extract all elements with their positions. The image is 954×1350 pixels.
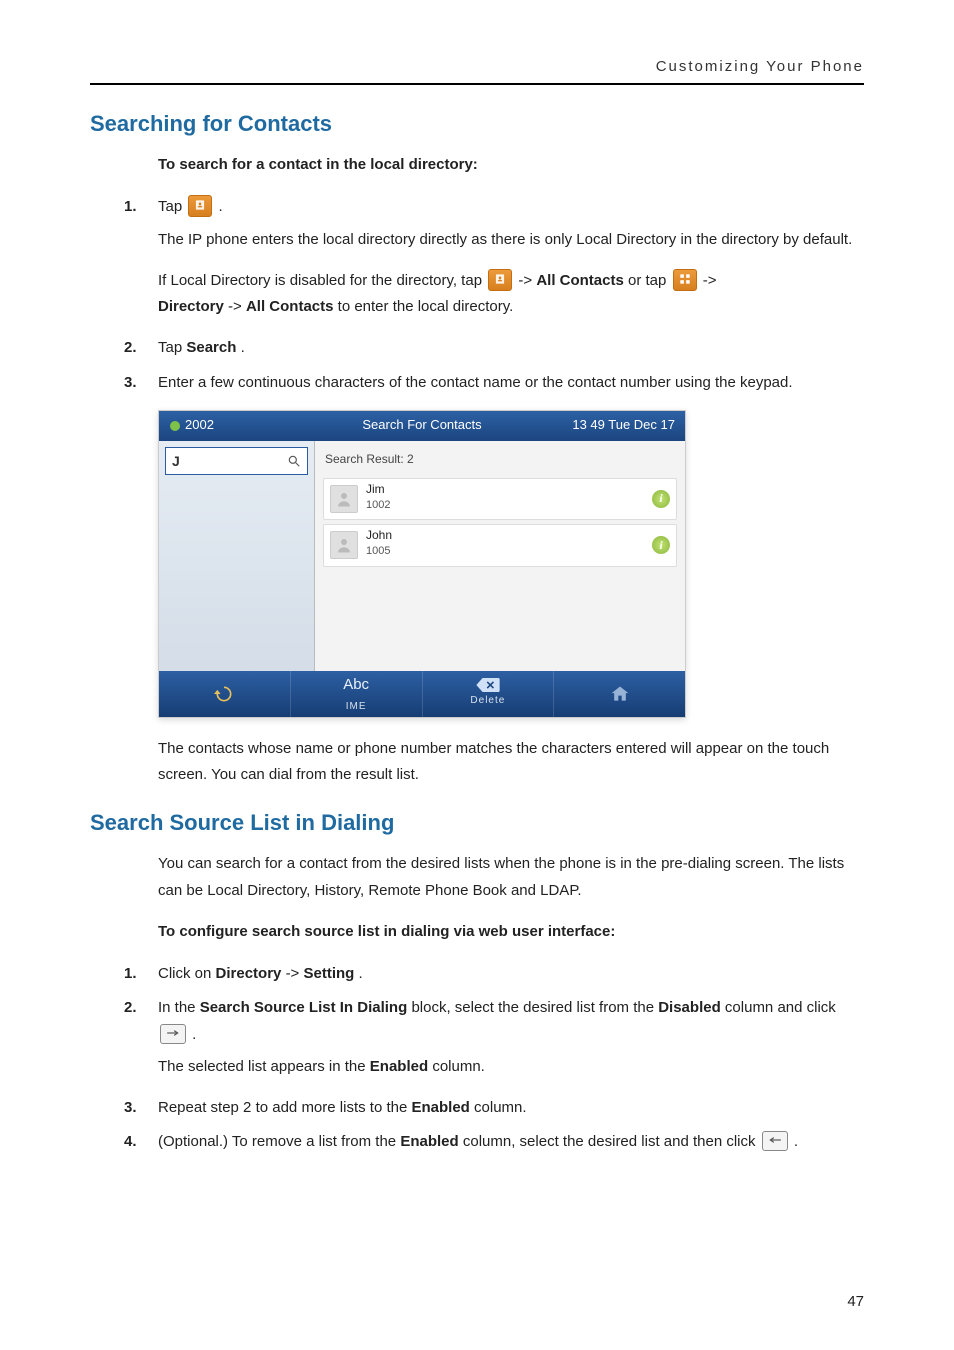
- ssl-step-2: In the Search Source List In Dialing blo…: [124, 995, 864, 1080]
- step-1: Tap . The IP phone enters the local dire…: [124, 194, 864, 320]
- txt: .: [241, 339, 245, 356]
- txt: column, select the desired list and then…: [463, 1133, 760, 1150]
- ssl-step-4: (Optional.) To remove a list from the En…: [124, 1129, 864, 1155]
- lead-configure-ssl: To configure search source list in diali…: [158, 919, 864, 945]
- txt: Directory: [158, 298, 224, 315]
- txt: Directory: [216, 965, 282, 982]
- section2-intro: You can search for a contact from the de…: [158, 851, 864, 904]
- txt: ->: [228, 298, 242, 315]
- contact-number: 1005: [366, 542, 392, 561]
- contact-name: Jim: [366, 483, 390, 496]
- move-left-icon: [762, 1131, 788, 1151]
- txt: Enabled: [370, 1058, 428, 1075]
- txt: Repeat step 2 to add more lists to the: [158, 1099, 411, 1116]
- running-head: Customizing Your Phone: [90, 58, 864, 85]
- txt: Tap: [158, 339, 186, 356]
- txt: All Contacts: [536, 272, 624, 289]
- txt: or tap: [628, 272, 671, 289]
- ssl-step-3: Repeat step 2 to add more lists to the E…: [124, 1095, 864, 1121]
- ime-softkey[interactable]: Abc IME: [291, 671, 423, 717]
- avatar-icon: [330, 531, 358, 559]
- result-row[interactable]: Jim 1002 i: [323, 478, 677, 520]
- result-count: Search Result: 2: [315, 441, 685, 474]
- txt: .: [794, 1133, 798, 1150]
- contact-number: 1002: [366, 496, 390, 515]
- contacts-icon: [188, 195, 212, 217]
- avatar-icon: [330, 485, 358, 513]
- phone-screenshot: 2002 Search For Contacts 13 49 Tue Dec 1…: [158, 410, 686, 718]
- txt: Setting: [304, 965, 355, 982]
- ssl-step-2-note: The selected list appears in the Enabled…: [158, 1054, 864, 1080]
- txt: ->: [286, 965, 300, 982]
- txt: .: [192, 1026, 196, 1043]
- back-icon: [213, 684, 235, 704]
- ssl-step-1: Click on Directory -> Setting .: [124, 961, 864, 987]
- heading-searching-for-contacts: Searching for Contacts: [90, 111, 864, 137]
- txt: column.: [432, 1058, 485, 1075]
- page-number: 47: [847, 1293, 864, 1310]
- txt: Disabled: [658, 999, 721, 1016]
- step-1-p1: The IP phone enters the local directory …: [158, 227, 864, 253]
- home-softkey[interactable]: [554, 671, 685, 717]
- txt: .: [359, 965, 363, 982]
- txt: Click on: [158, 965, 216, 982]
- txt: Search Source List In Dialing: [200, 999, 408, 1016]
- txt: The selected list appears in the: [158, 1058, 370, 1075]
- txt: ->: [518, 272, 532, 289]
- search-icon: [287, 454, 301, 468]
- txt: Search: [186, 339, 236, 356]
- txt: (Optional.) To remove a list from the: [158, 1133, 400, 1150]
- search-input[interactable]: J: [165, 447, 308, 475]
- ime-mode: Abc: [343, 672, 369, 698]
- step-1-p2: If Local Directory is disabled for the d…: [158, 268, 864, 321]
- clock-label: 13 49 Tue Dec 17: [572, 414, 675, 437]
- contact-name: John: [366, 529, 392, 542]
- delete-softkey[interactable]: Delete: [423, 671, 555, 717]
- heading-search-source-list: Search Source List in Dialing: [90, 810, 864, 836]
- step-1-tap-text: Tap: [158, 198, 186, 215]
- result-row[interactable]: John 1005 i: [323, 524, 677, 566]
- step-2: Tap Search .: [124, 335, 864, 361]
- txt: ->: [703, 272, 717, 289]
- info-icon[interactable]: i: [652, 536, 670, 554]
- menu-grid-icon: [673, 269, 697, 291]
- txt: If Local Directory is disabled for the d…: [158, 272, 486, 289]
- backspace-icon: [476, 678, 500, 692]
- txt: block, select the desired list from the: [411, 999, 658, 1016]
- account-label: 2002: [185, 414, 214, 437]
- search-query: J: [172, 449, 180, 474]
- txt: All Contacts: [246, 298, 334, 315]
- move-right-icon: [160, 1024, 186, 1044]
- search-panel: J: [159, 441, 315, 671]
- phone-titlebar: 2002 Search For Contacts 13 49 Tue Dec 1…: [159, 411, 685, 441]
- txt: Enabled: [411, 1099, 469, 1116]
- ime-label: IME: [346, 698, 367, 716]
- lead-search-contact: To search for a contact in the local dir…: [158, 152, 864, 178]
- txt: Enabled: [400, 1133, 458, 1150]
- results-panel: Search Result: 2 Jim 1002 i: [315, 441, 685, 671]
- after-screenshot-text: The contacts whose name or phone number …: [158, 736, 864, 789]
- step-3: Enter a few continuous characters of the…: [124, 370, 864, 789]
- delete-label: Delete: [470, 692, 505, 710]
- contacts-icon: [488, 269, 512, 291]
- txt: column and click: [725, 999, 836, 1016]
- txt: In the: [158, 999, 200, 1016]
- back-softkey[interactable]: [159, 671, 291, 717]
- home-icon: [609, 684, 631, 704]
- info-icon[interactable]: i: [652, 490, 670, 508]
- txt: column.: [474, 1099, 527, 1116]
- phone-softkey-bar: Abc IME Delete: [159, 671, 685, 717]
- txt: to enter the local directory.: [338, 298, 514, 315]
- step-1-dot: .: [219, 198, 223, 215]
- txt: Enter a few continuous characters of the…: [158, 374, 793, 391]
- available-icon: [169, 420, 181, 432]
